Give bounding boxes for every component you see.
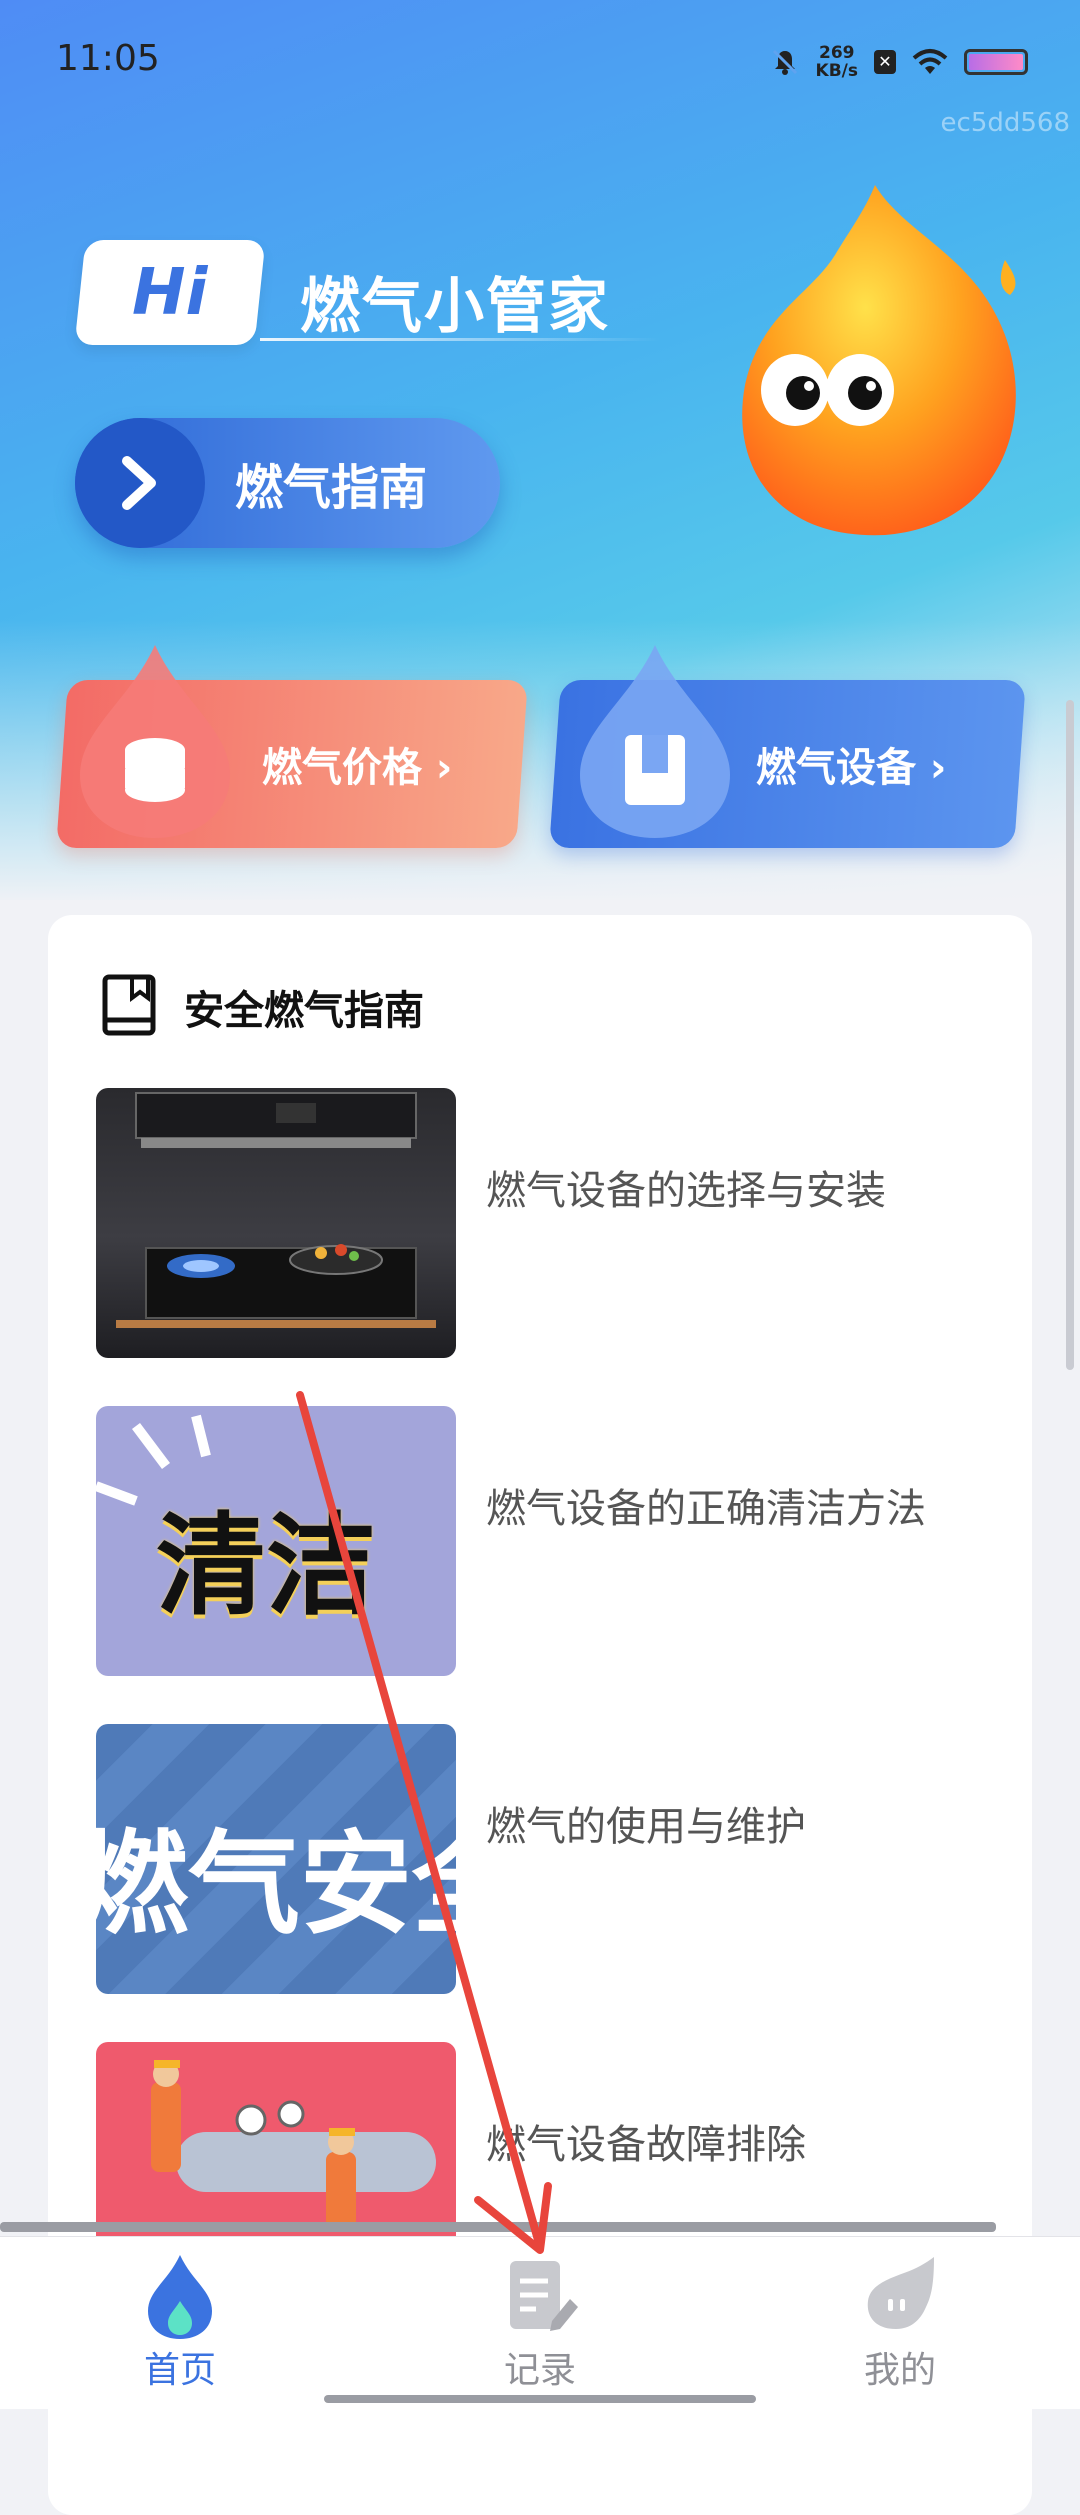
status-icons: 269 KB/s ✕ (770, 44, 1028, 80)
tab-mine-label: 我的 (863, 2350, 936, 2391)
clean-thumb-text: 清洁 (156, 1502, 376, 1630)
mute-bell-icon (772, 49, 797, 75)
vertical-scrollbar[interactable] (1066, 700, 1074, 1370)
sim-x-icon: ✕ (874, 50, 896, 74)
flame-home-icon (148, 2255, 212, 2339)
document-edit-icon (510, 2261, 578, 2331)
status-time: 11:05 (56, 38, 160, 79)
coins-drop-icon (80, 645, 230, 838)
gas-device-label: 燃气设备 › (756, 745, 947, 791)
gas-guide-label: 燃气指南 (235, 460, 428, 516)
book-drop-icon (580, 645, 730, 838)
battery-fill (969, 54, 1023, 70)
battery-icon (964, 49, 1028, 75)
article-title: 燃气的使用与维护 (486, 1804, 806, 1850)
article-title: 燃气设备的选择与安装 (486, 1168, 886, 1214)
section-title: 安全燃气指南 (184, 988, 424, 1034)
gas-guide-button[interactable]: 燃气指南 (75, 418, 500, 548)
clean-thumbnail: 清洁 (96, 1406, 456, 1676)
tab-home-label: 首页 (143, 2350, 216, 2391)
wifi-icon (912, 49, 948, 74)
bottom-tab-bar: 首页 记录 我的 (0, 2236, 1080, 2409)
flame-profile-icon (867, 2257, 934, 2329)
tab-home[interactable]: 首页 (80, 2237, 280, 2409)
tab-records-label: 记录 (503, 2350, 576, 2391)
hi-badge: Hi (74, 240, 266, 345)
guide-arrow-circle (75, 418, 205, 548)
article-title: 燃气设备故障排除 (486, 2122, 806, 2168)
status-bar: 11:05 269 KB/s ✕ (0, 0, 1080, 120)
flame-mascot-icon (742, 185, 1016, 536)
article-title: 燃气设备的正确清洁方法 (486, 1486, 926, 1532)
list-item[interactable]: 清洁 燃气设备的正确清洁方法 (96, 1406, 996, 1676)
stove-illustration (116, 1092, 436, 1328)
tab-records[interactable]: 记录 (440, 2237, 640, 2409)
net-speed-value: 269 (819, 43, 855, 63)
hi-badge-text: Hi (132, 255, 208, 330)
brand-underline (260, 338, 660, 341)
horizontal-scrollbar[interactable] (0, 2222, 996, 2232)
tab-mine[interactable]: 我的 (800, 2237, 1000, 2409)
net-speed-unit: KB/s (815, 61, 858, 81)
net-speed: 269 KB/s (816, 44, 858, 80)
watermark: ec5dd568 (940, 108, 1070, 138)
brand-title: 燃气小管家 (300, 272, 610, 342)
chevron-right-icon (122, 456, 156, 510)
safety-thumbnail: 燃气安全 (96, 1724, 456, 1994)
stove-thumbnail (96, 1088, 456, 1358)
safety-thumb-text: 燃气安全 (96, 1820, 456, 1950)
book-icon (102, 974, 156, 1036)
gas-price-label: 燃气价格 › (262, 745, 453, 791)
list-item[interactable]: 燃气设备的选择与安装 (96, 1088, 996, 1358)
home-indicator (324, 2395, 756, 2403)
list-item[interactable]: 燃气安全 燃气的使用与维护 (96, 1724, 996, 1994)
